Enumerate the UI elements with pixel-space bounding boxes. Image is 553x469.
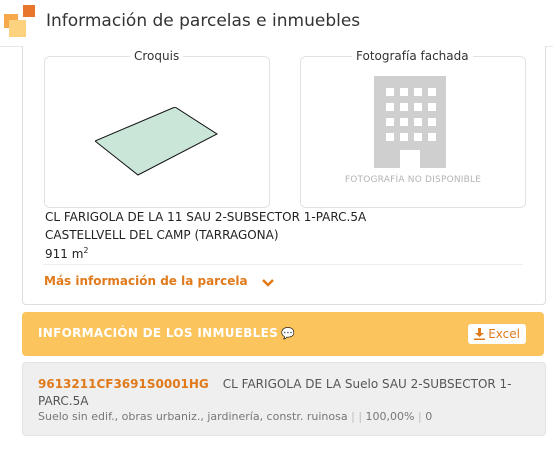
croquis-label: Croquis: [130, 49, 184, 63]
app-header: Información de parcelas e inmuebles: [0, 0, 553, 47]
area-unit-superscript: 2: [83, 246, 89, 255]
facade-photo-card: FOTOGRAFÍA NO DISPONIBLE: [300, 56, 526, 208]
no-photo-text: FOTOGRAFÍA NO DISPONIBLE: [344, 175, 482, 185]
inmuebles-title: INFORMACIÓN DE LOS INMUEBLES 💬: [38, 326, 295, 340]
building-icon: [374, 76, 446, 168]
parcel-sketch: [95, 107, 218, 176]
excel-label: Excel: [488, 327, 520, 341]
more-info-link[interactable]: Más información de la parcela: [44, 274, 248, 288]
chevron-down-icon[interactable]: [261, 278, 275, 288]
inmueble-count: 0: [425, 410, 433, 423]
inmueble-details: Suelo sin edif., obras urbaniz., jardine…: [38, 410, 432, 423]
parcel-panel: FOTOGRAFÍA NO DISPONIBLE CL FARIGOLA DE …: [22, 46, 546, 305]
excel-download-button[interactable]: Excel: [468, 324, 526, 344]
parcel-area: 911 m2: [45, 246, 89, 261]
participation-value: 100,00%: [365, 410, 415, 423]
inmuebles-header-bar: INFORMACIÓN DE LOS INMUEBLES 💬 Excel: [22, 312, 544, 356]
croquis-card[interactable]: [44, 56, 270, 208]
separator: |: [351, 410, 355, 423]
inmuebles-title-text: INFORMACIÓN DE LOS INMUEBLES: [38, 326, 279, 340]
facade-photo-label: Fotografía fachada: [352, 49, 473, 63]
separator: |: [417, 410, 422, 423]
inmueble-list-item[interactable]: 9613211CF3691S0001HG CL FARIGOLA DE LA Su…: [22, 362, 546, 436]
page-title: Información de parcelas e inmuebles: [46, 11, 361, 31]
divider: [43, 264, 523, 265]
inmueble-summary: 9613211CF3691S0001HG CL FARIGOLA DE LA Su…: [38, 376, 538, 410]
catastro-logo: [4, 5, 36, 39]
chat-icon: 💬: [281, 327, 296, 340]
cadastral-reference-link[interactable]: 9613211CF3691S0001HG: [38, 377, 209, 391]
address-line-1: CL FARIGOLA DE LA 11 SAU 2-SUBSECTOR 1-P…: [45, 210, 367, 224]
address-line-2: CASTELLVELL DEL CAMP (TARRAGONA): [45, 228, 279, 242]
inmueble-use: Suelo sin edif., obras urbaniz., jardine…: [38, 410, 348, 423]
download-icon: [474, 328, 486, 340]
separator: |: [358, 410, 363, 423]
area-value: 911 m: [45, 247, 84, 261]
